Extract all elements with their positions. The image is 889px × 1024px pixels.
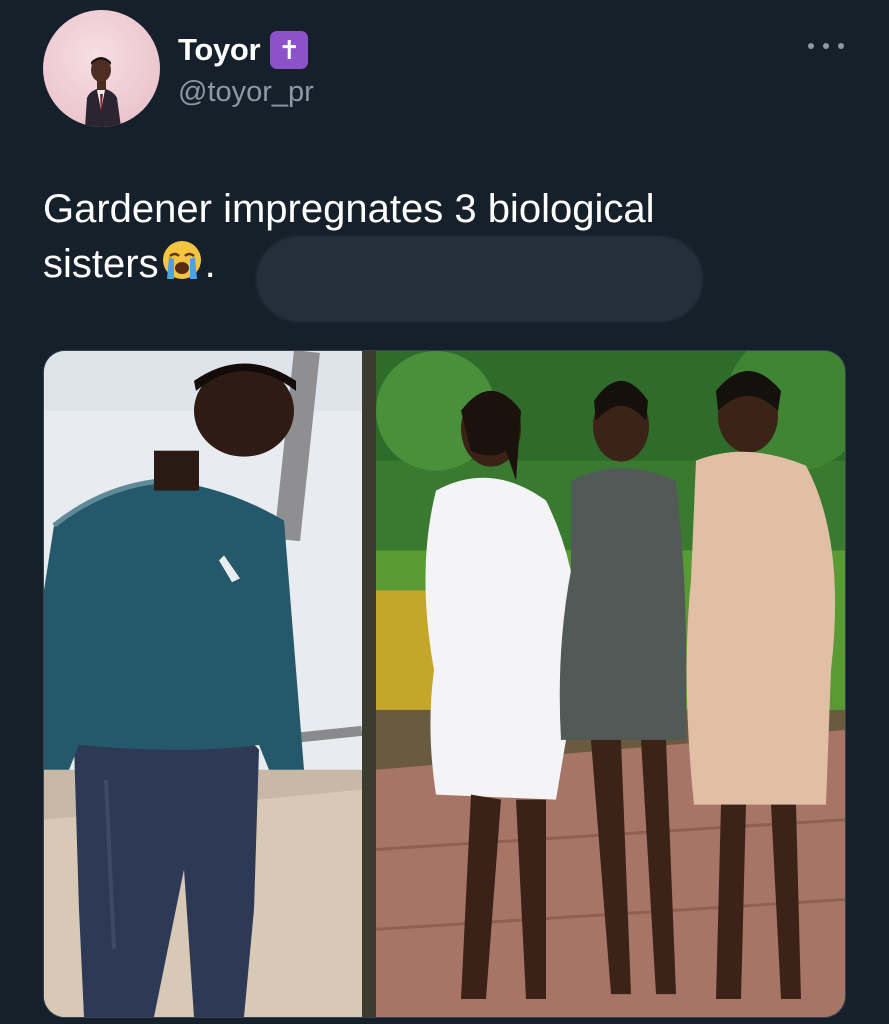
latin-cross-icon: ✝ <box>270 31 309 69</box>
display-name-row: Toyor ✝ <box>178 30 309 70</box>
user-handle[interactable]: @toyor_pr <box>178 76 314 109</box>
dot <box>823 43 829 49</box>
photo-divider <box>362 351 376 1017</box>
loudly-crying-face-emoji <box>162 241 201 279</box>
display-name[interactable]: Toyor <box>178 32 261 68</box>
tweet-text-period: . <box>204 242 216 286</box>
more-options-icon[interactable] <box>808 38 844 54</box>
tweet-text-line1: Gardener impregnates 3 biological <box>43 187 655 231</box>
dot <box>838 43 844 49</box>
avatar[interactable] <box>43 10 160 127</box>
media-attachment[interactable] <box>43 350 846 1018</box>
photo-young-man[interactable] <box>44 351 362 1017</box>
tweet-text-line2: sisters <box>43 242 159 286</box>
tweet: Toyor ✝ @toyor_pr Gardener impregnates 3… <box>0 0 889 1024</box>
redacted-text-block <box>256 236 703 322</box>
photo-three-women[interactable] <box>376 351 845 1017</box>
dot <box>808 43 814 49</box>
